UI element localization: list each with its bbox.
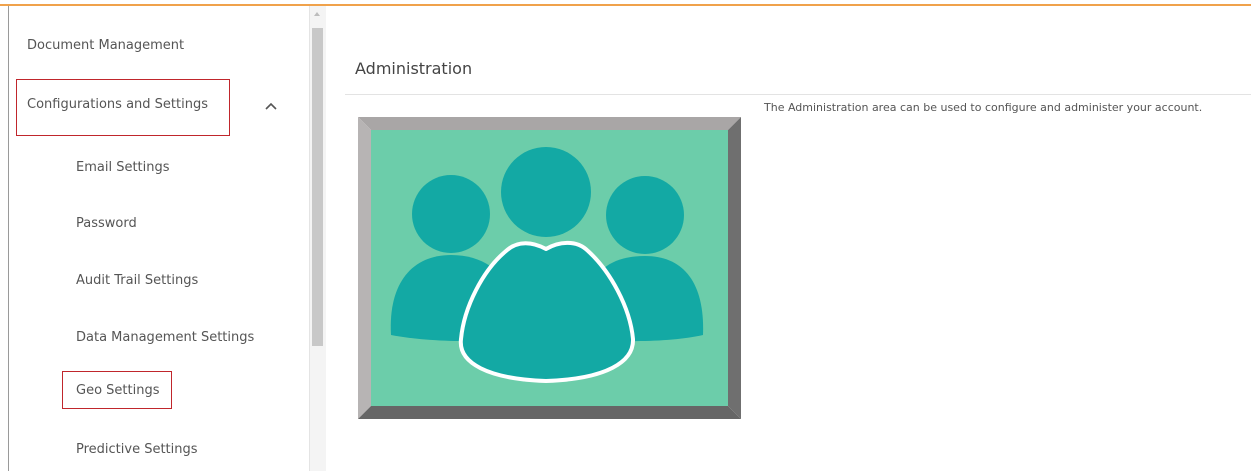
sidebar-item-configurations-and-settings[interactable]: Configurations and Settings — [27, 97, 208, 112]
sidebar-scrollbar[interactable] — [309, 6, 326, 471]
scrollbar-thumb[interactable] — [312, 28, 323, 346]
sidebar-item-audit-trail-settings[interactable]: Audit Trail Settings — [76, 273, 198, 288]
sidebar-item-document-management[interactable]: Document Management — [27, 38, 184, 53]
sidebar: Document Management Configurations and S… — [9, 6, 309, 471]
sidebar-item-data-management-settings[interactable]: Data Management Settings — [76, 330, 254, 345]
sidebar-item-predictive-settings[interactable]: Predictive Settings — [76, 442, 198, 457]
sidebar-item-geo-settings[interactable]: Geo Settings — [76, 383, 159, 398]
users-group-icon — [358, 117, 741, 419]
sidebar-item-email-settings[interactable]: Email Settings — [76, 160, 170, 175]
page-description: The Administration area can be used to c… — [764, 101, 1203, 114]
scroll-up-arrow-icon[interactable] — [314, 12, 320, 16]
sidebar-item-password[interactable]: Password — [76, 216, 137, 231]
page-title: Administration — [355, 59, 473, 78]
chevron-up-icon[interactable] — [264, 99, 278, 113]
title-divider — [345, 94, 1251, 95]
app-frame: Document Management Configurations and S… — [0, 0, 1251, 471]
